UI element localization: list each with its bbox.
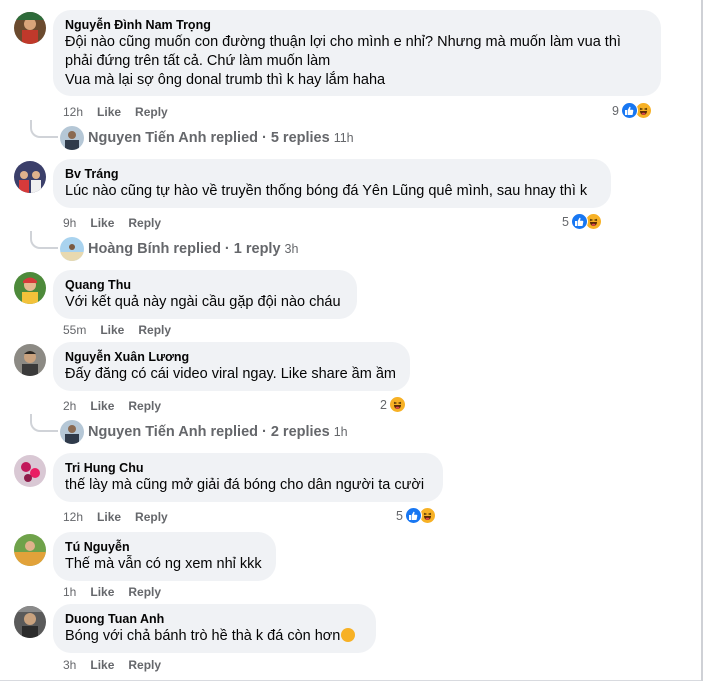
view-replies-link[interactable]: Nguyen Tiến Anh replied · 2 replies 1h [60, 420, 348, 444]
like-button[interactable]: Like [100, 323, 124, 337]
like-button[interactable]: Like [97, 105, 121, 119]
like-icon [620, 102, 638, 119]
comment-bubble: Duong Tuan Anh Bóng với chả bánh trò hề … [53, 604, 376, 653]
comment-author[interactable]: Nguyễn Đình Nam Trọng [65, 17, 649, 33]
replies-author: Hoàng Bính replied [88, 241, 221, 257]
comment-time[interactable]: 3h [63, 658, 76, 672]
reply-button[interactable]: Reply [128, 585, 161, 599]
comment-actions: 55m Like Reply [63, 323, 171, 337]
rolling-laughing-emoji-icon [341, 628, 356, 642]
avatar[interactable] [14, 12, 46, 44]
comment-bubble: Nguyễn Xuân Lương Đấy đăng có cái video … [53, 342, 410, 391]
comment-time[interactable]: 55m [63, 323, 86, 337]
comment-author[interactable]: Tú Nguyễn [65, 539, 264, 555]
comment-time[interactable]: 12h [63, 105, 83, 119]
reply-avatar [60, 237, 84, 261]
avatar[interactable] [14, 344, 46, 376]
replies-time: 11h [333, 131, 354, 145]
reaction-summary[interactable]: 5 [396, 507, 436, 524]
like-button[interactable]: Like [90, 216, 114, 230]
like-button[interactable]: Like [90, 585, 114, 599]
comment-author[interactable]: Quang Thu [65, 277, 345, 293]
comment-time[interactable]: 9h [63, 216, 76, 230]
comment-actions: 12h Like Reply [63, 510, 168, 524]
comment-bubble: Nguyễn Đình Nam Trọng Đội nào cũng muốn … [53, 10, 661, 96]
comment-bubble: Bv Tráng Lúc nào cũng tự hào về truyền t… [53, 159, 611, 208]
like-button[interactable]: Like [90, 658, 114, 672]
reaction-count: 5 [562, 214, 569, 229]
comment-bubble: Quang Thu Với kết quả này ngài cầu gặp đ… [53, 270, 357, 319]
comment-text-line: Với kết quả này ngài cầu gặp đội nào chá… [65, 294, 341, 310]
reaction-count: 9 [612, 103, 619, 118]
comment-text-line: Đấy đăng có cái video viral ngay. Like s… [65, 366, 396, 382]
comment-actions: 12h Like Reply [63, 105, 168, 119]
comment-bubble: Tri Hung Chu thế lày mà cũng mở giải đá … [53, 453, 443, 502]
view-replies-link[interactable]: Nguyen Tiến Anh replied · 5 replies 11h [60, 126, 354, 150]
comment-text-line: Lúc nào cũng tự hào về truyền thống bóng… [65, 183, 588, 199]
comment-time[interactable]: 1h [63, 585, 76, 599]
comment-bubble: Tú Nguyễn Thế mà vẫn có ng xem nhỉ kkk [53, 532, 276, 581]
reply-button[interactable]: Reply [128, 658, 161, 672]
comment-author[interactable]: Nguyễn Xuân Lương [65, 349, 398, 365]
reply-thread-line [30, 414, 58, 432]
comment-text-line: Thế mà vẫn có ng xem nhỉ kkk [65, 556, 262, 572]
comment-author[interactable]: Tri Hung Chu [65, 460, 431, 476]
reaction-count: 2 [380, 397, 387, 412]
comment-time[interactable]: 2h [63, 399, 76, 413]
comment-text: Bóng với chả bánh trò hề thà k đá còn hơ… [65, 628, 341, 644]
comment-actions: 2h Like Reply [63, 399, 161, 413]
replies-time: 3h [284, 242, 299, 256]
avatar[interactable] [14, 161, 46, 193]
reply-button[interactable]: Reply [135, 510, 168, 524]
reply-button[interactable]: Reply [135, 105, 168, 119]
reaction-summary[interactable]: 5 [562, 213, 602, 230]
comment-text-line: Vua mà lại sợ ông donal trumb thì k hay … [65, 72, 386, 88]
comment-text-line: Đội nào cũng muốn con đường thuận lợi ch… [65, 34, 621, 50]
reaction-summary[interactable]: 9 [612, 102, 652, 119]
replies-count: 1 reply [233, 241, 281, 257]
reply-button[interactable]: Reply [128, 216, 161, 230]
replies-author: Nguyen Tiến Anh replied [88, 130, 258, 146]
separator-dot: · [224, 241, 230, 257]
comment-author[interactable]: Duong Tuan Anh [65, 611, 364, 627]
replies-count: 5 replies [270, 130, 330, 146]
reply-avatar [60, 420, 84, 444]
avatar[interactable] [14, 534, 46, 566]
reply-button[interactable]: Reply [128, 399, 161, 413]
reaction-summary[interactable]: 2 [380, 396, 406, 413]
reply-button[interactable]: Reply [138, 323, 171, 337]
reply-avatar [60, 126, 84, 150]
comment-text-line: Bóng với chả bánh trò hề thà k đá còn hơ… [65, 627, 364, 646]
comment-time[interactable]: 12h [63, 510, 83, 524]
haha-icon [388, 396, 406, 413]
like-button[interactable]: Like [97, 510, 121, 524]
reply-thread-line [30, 231, 58, 249]
like-icon [570, 213, 588, 230]
comment-author[interactable]: Bv Tráng [65, 166, 599, 182]
reaction-count: 5 [396, 508, 403, 523]
comment-actions: 3h Like Reply [63, 658, 161, 672]
view-replies-link[interactable]: Hoàng Bính replied · 1 reply 3h [60, 237, 298, 261]
like-icon [404, 507, 422, 524]
replies-author: Nguyen Tiến Anh replied [88, 424, 258, 440]
avatar[interactable] [14, 455, 46, 487]
separator-dot: · [262, 130, 267, 146]
comment-actions: 1h Like Reply [63, 585, 161, 599]
replies-time: 1h [333, 425, 348, 439]
like-button[interactable]: Like [90, 399, 114, 413]
comment-text-line: phải đứng trên tất cả. Chứ làm muốn làm [65, 53, 331, 69]
avatar[interactable] [14, 272, 46, 304]
comment-actions: 9h Like Reply [63, 216, 161, 230]
separator-dot: · [262, 424, 267, 440]
replies-count: 2 replies [270, 424, 330, 440]
avatar[interactable] [14, 606, 46, 638]
reply-thread-line [30, 120, 58, 138]
comment-text-line: thế lày mà cũng mở giải đá bóng cho dân … [65, 477, 425, 493]
